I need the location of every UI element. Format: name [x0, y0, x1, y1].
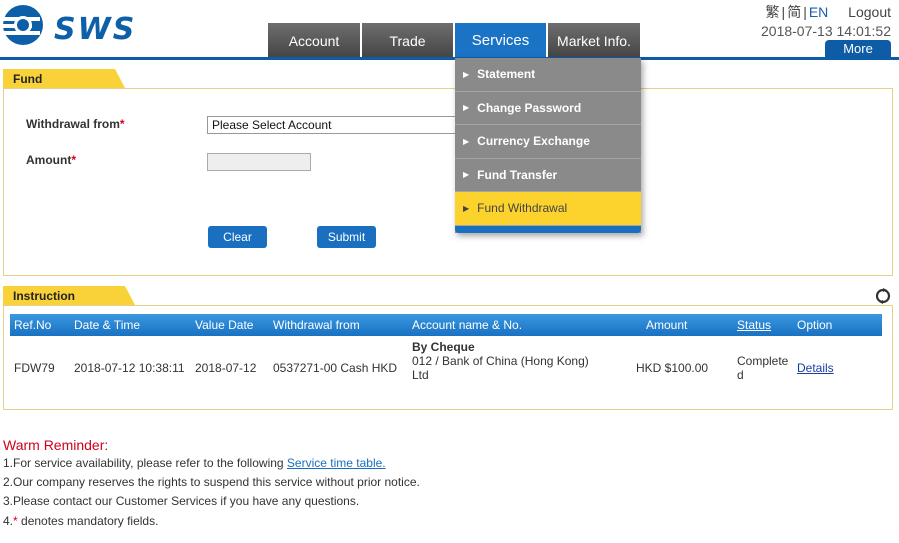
amount-label-text: Amount [26, 153, 72, 167]
more-button[interactable]: More [825, 40, 891, 58]
dropdown-footer [455, 225, 641, 233]
logout-link[interactable]: Logout [848, 4, 891, 20]
required-mark: * [119, 117, 125, 131]
service-time-table-link[interactable]: Service time table. [287, 456, 386, 470]
menu-item-label: Currency Exchange [477, 134, 590, 149]
cell-amount: HKD $100.00 [636, 361, 709, 375]
menu-item-statement[interactable]: ▶ Statement [455, 58, 641, 92]
account-select[interactable]: Please Select Account [207, 116, 465, 134]
tab-trade[interactable]: Trade [362, 23, 453, 58]
cell-account-bank: 012 / Bank of China (Hong Kong) [412, 354, 589, 368]
lang-traditional[interactable]: 繁 [766, 4, 780, 20]
reminder-line-2: 2.Our company reserves the rights to sus… [3, 475, 420, 489]
section-title-fund-withdrawal: Fund Withdrawal [3, 69, 125, 100]
menu-item-label: Fund Withdrawal [477, 201, 568, 216]
lang-separator: | [803, 4, 807, 20]
caret-right-icon: ▶ [463, 103, 470, 113]
column-ref-no: Ref.No [14, 318, 52, 332]
amount-input[interactable] [207, 153, 311, 171]
reminder-line-1: 1.For service availability, please refer… [3, 456, 386, 470]
menu-item-currency-exchange[interactable]: ▶ Currency Exchange [455, 125, 641, 159]
caret-right-icon: ▶ [463, 69, 470, 79]
withdrawal-from-label-text: Withdrawal from [26, 117, 120, 131]
cell-withdrawal-from: 0537271-00 Cash HKD [273, 361, 398, 375]
menu-item-change-password[interactable]: ▶ Change Password [455, 92, 641, 125]
reminder-line-1-text: 1.For service availability, please refer… [3, 456, 287, 470]
tab-market-info[interactable]: Market Info. [548, 23, 640, 58]
amount-label: Amount* [26, 153, 76, 167]
reminder-line-3: 3.Please contact our Customer Services i… [3, 494, 360, 508]
caret-right-icon: ▶ [463, 136, 470, 146]
sws-logo: SWS [2, 4, 134, 47]
tab-services[interactable]: Services [455, 23, 546, 58]
language-switcher: 繁 | 简 | EN Logout [764, 2, 891, 22]
lang-separator: | [781, 4, 786, 20]
submit-button[interactable]: Submit [317, 226, 376, 248]
required-mark: * [71, 153, 76, 167]
section-title-instruction-history: Instruction history [3, 286, 135, 317]
menu-item-label: Statement [477, 67, 536, 82]
cell-status: Complete [737, 354, 789, 368]
caret-right-icon: ▶ [463, 170, 470, 180]
cell-ref-no: FDW79 [14, 361, 55, 375]
services-dropdown-menu: ▶ Statement ▶ Change Password ▶ Currency Ex… [455, 58, 641, 233]
cell-account-method: By Cheque [412, 340, 475, 354]
reminder-line-4-number: 4. [3, 514, 14, 528]
column-account: Account name & No. [412, 318, 523, 332]
warm-reminder-title: Warm Reminder: [3, 437, 109, 453]
reminder-line-4: 4.* denotes mandatory fields. [3, 514, 158, 528]
server-datetime: 2018-07-13 14:01:52 [761, 23, 891, 39]
brand-name: SWS [54, 12, 137, 47]
lang-simplified[interactable]: 简 [787, 4, 801, 20]
column-status-sort[interactable]: Status [737, 318, 771, 332]
menu-item-fund-withdrawal[interactable]: ▶ Fund Withdrawal [455, 192, 641, 226]
clear-button[interactable]: Clear [208, 226, 267, 248]
withdrawal-from-label: Withdrawal from* [26, 117, 125, 131]
column-withdrawal-from: Withdrawal from [273, 318, 360, 332]
column-amount: Amount [646, 318, 688, 332]
column-date-time: Date & Time [74, 318, 141, 332]
main-nav: Account Trade Services Market Info. [268, 23, 642, 58]
menu-item-label: Change Password [477, 100, 582, 115]
logo-mark-icon [2, 5, 43, 45]
column-option: Option [797, 318, 833, 332]
reminder-line-4-text: denotes mandatory fields. [17, 514, 159, 528]
lang-english[interactable]: EN [809, 4, 828, 20]
cell-value-date: 2018-07-12 [195, 361, 257, 375]
caret-right-icon: ▶ [463, 203, 470, 213]
menu-item-fund-transfer[interactable]: ▶ Fund Transfer [455, 159, 641, 192]
menu-item-label: Fund Transfer [477, 167, 558, 182]
column-value-date: Value Date [195, 318, 254, 332]
refresh-icon[interactable] [874, 287, 892, 305]
tab-account[interactable]: Account [268, 23, 360, 58]
cell-status-cont: d [737, 368, 744, 382]
cell-date-time: 2018-07-12 10:38:11 [74, 361, 185, 375]
header-divider [0, 57, 899, 60]
cell-account-bank-cont: Ltd [412, 368, 429, 382]
history-table-header: Ref.No Date & Time Value Date Withdrawal… [10, 314, 882, 336]
details-link[interactable]: Details [797, 361, 834, 375]
